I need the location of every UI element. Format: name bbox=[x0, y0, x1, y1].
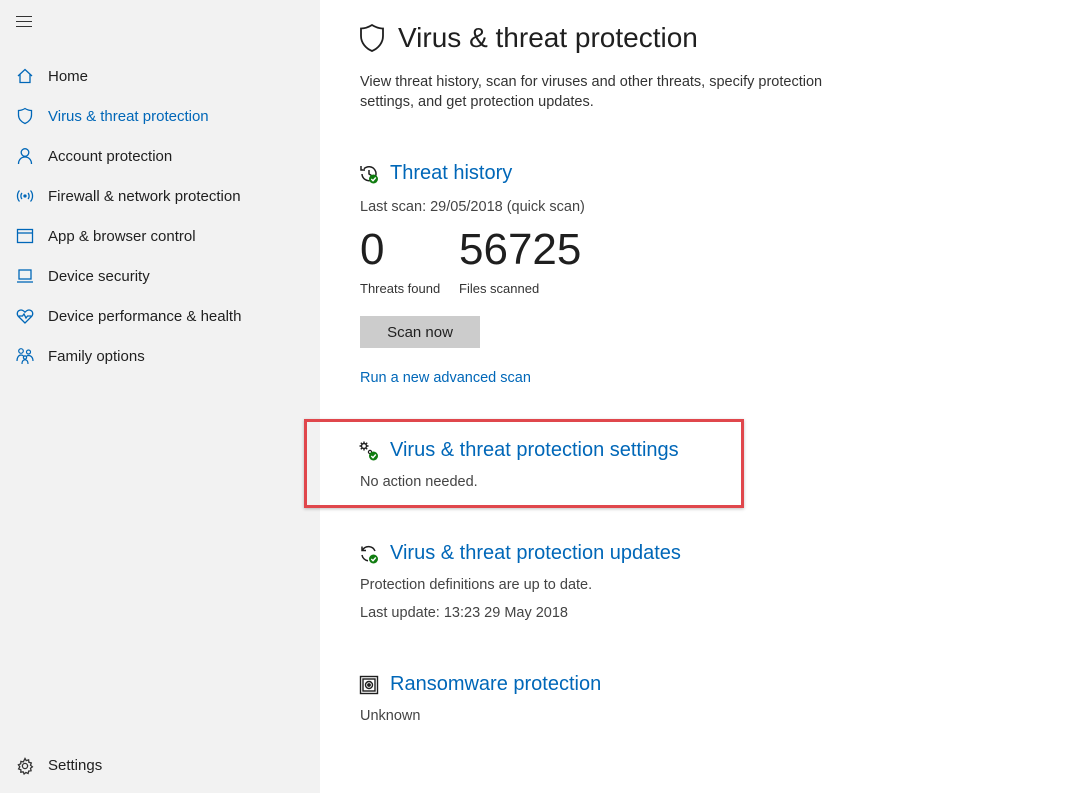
wifi-icon bbox=[16, 187, 34, 205]
page-title: Virus & threat protection bbox=[398, 22, 698, 53]
ransomware-status-text: Unknown bbox=[360, 708, 421, 724]
sidebar-item-label: Virus & threat protection bbox=[48, 107, 209, 125]
scan-now-button[interactable]: Scan now bbox=[360, 316, 480, 348]
settings-status-text: No action needed. bbox=[360, 474, 478, 490]
files-scanned-count: 56725 bbox=[459, 225, 582, 274]
protection-settings-link[interactable]: Virus & threat protection settings bbox=[358, 439, 679, 462]
sidebar-item-label: Account protection bbox=[48, 147, 173, 165]
hamburger-menu-icon[interactable] bbox=[16, 16, 34, 32]
section-title: Ransomware protection bbox=[390, 673, 602, 695]
threats-found-label: Threats found bbox=[360, 281, 441, 296]
section-title: Virus & threat protection settings bbox=[390, 439, 679, 461]
ransomware-icon bbox=[358, 674, 380, 696]
sidebar-item-virus-threat[interactable]: Virus & threat protection bbox=[0, 96, 320, 136]
person-icon bbox=[16, 147, 34, 165]
shield-icon bbox=[358, 23, 386, 53]
threats-found-count: 0 bbox=[360, 225, 385, 274]
refresh-check-icon bbox=[358, 543, 380, 565]
window-icon bbox=[16, 227, 34, 245]
sidebar-item-label: Device performance & health bbox=[48, 307, 242, 325]
sidebar-item-settings[interactable]: Settings bbox=[0, 746, 320, 786]
section-title: Virus & threat protection updates bbox=[390, 542, 681, 564]
sidebar-item-device-security[interactable]: Device security bbox=[0, 256, 320, 296]
sidebar-item-label: Settings bbox=[48, 757, 103, 774]
sidebar-item-label: Family options bbox=[48, 347, 145, 365]
page-description: View threat history, scan for viruses an… bbox=[360, 74, 823, 110]
gear-icon bbox=[16, 757, 34, 776]
main-content: Virus & threat protection View threat hi… bbox=[304, 0, 1068, 793]
sidebar-item-account[interactable]: Account protection bbox=[0, 136, 320, 176]
sidebar-item-family[interactable]: Family options bbox=[0, 336, 320, 376]
sidebar: Home Virus & threat protection Account p… bbox=[0, 0, 320, 793]
heart-icon bbox=[16, 307, 34, 325]
last-update-text: Last update: 13:23 29 May 2018 bbox=[360, 605, 568, 621]
home-icon bbox=[16, 67, 34, 85]
history-check-icon bbox=[358, 163, 380, 185]
advanced-scan-link[interactable]: Run a new advanced scan bbox=[360, 370, 531, 386]
sidebar-item-firewall[interactable]: Firewall & network protection bbox=[0, 176, 320, 216]
ransomware-protection-link[interactable]: Ransomware protection bbox=[358, 673, 601, 696]
updates-status-text: Protection definitions are up to date. bbox=[360, 577, 593, 593]
files-scanned-label: Files scanned bbox=[459, 281, 540, 296]
sidebar-item-label: Device security bbox=[48, 267, 150, 285]
protection-updates-link[interactable]: Virus & threat protection updates bbox=[358, 542, 681, 565]
sidebar-item-label: App & browser control bbox=[48, 227, 196, 245]
shield-icon bbox=[16, 107, 34, 125]
threats-found-stat: 0 Threats found bbox=[360, 225, 440, 296]
sidebar-item-app-browser[interactable]: App & browser control bbox=[0, 216, 320, 256]
sidebar-item-label: Home bbox=[48, 67, 89, 85]
sidebar-item-label: Firewall & network protection bbox=[48, 187, 241, 205]
family-icon bbox=[16, 347, 34, 365]
highlight-annotation-box bbox=[304, 419, 744, 508]
files-scanned-stat: 56725 Files scanned bbox=[459, 225, 581, 296]
section-title: Threat history bbox=[390, 162, 513, 184]
threat-history-link[interactable]: Threat history bbox=[358, 162, 512, 185]
gears-check-icon bbox=[358, 440, 380, 462]
sidebar-item-device-performance[interactable]: Device performance & health bbox=[0, 296, 320, 336]
last-scan-text: Last scan: 29/05/2018 (quick scan) bbox=[360, 199, 585, 215]
laptop-icon bbox=[16, 267, 34, 285]
sidebar-item-home[interactable]: Home bbox=[0, 56, 320, 96]
page-header: Virus & threat protection bbox=[358, 22, 698, 54]
